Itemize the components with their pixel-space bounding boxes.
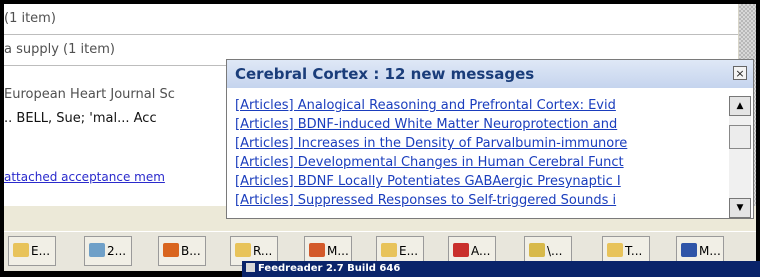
attachment-link[interactable]: attached acceptance mem [4,162,165,192]
taskbar-button[interactable]: 2... [84,236,132,266]
scroll-up-icon[interactable]: ▲ [729,96,751,116]
tooltip-text: Feedreader 2.7 Build 646 [258,263,401,274]
popup-scrollbar[interactable]: ▲ ▼ [729,96,751,218]
mail-icon [381,243,397,257]
network-icon [89,243,105,257]
mail-icon [13,243,29,257]
taskbar-button-label: E... [399,244,419,258]
scroll-down-icon[interactable]: ▼ [729,198,751,218]
popup-title: Cerebral Cortex : 12 new messages [235,65,535,83]
scroll-thumb[interactable] [729,125,751,149]
close-icon[interactable]: × [733,66,747,80]
list-item[interactable]: .. BELL, Sue; 'mal... Acc [4,104,157,134]
taskbar-button-label: B... [181,244,201,258]
popup-titlebar: Cerebral Cortex : 12 new messages × [227,60,753,88]
word-icon [681,243,697,257]
pdf-icon [453,243,469,257]
feed-item-link[interactable]: [Articles] Developmental Changes in Huma… [235,153,727,172]
mail-icon [607,243,623,257]
feedreader-icon [246,263,255,272]
firefox-icon [163,243,179,257]
taskbar-button-label: A... [471,244,491,258]
taskbar-button-label: T... [625,244,643,258]
window: (1 item) a supply (1 item) European Hear… [4,4,756,271]
presentation-icon [309,243,325,257]
taskbar-button-label: E... [31,244,51,258]
feed-item-link[interactable]: [Articles] BDNF Locally Potentiates GABA… [235,172,727,191]
taskbar-button-label: M... [699,244,721,258]
popup-item-list: [Articles] Analogical Reasoning and Pref… [235,96,727,210]
feed-item-link[interactable]: [Articles] Analogical Reasoning and Pref… [235,96,727,115]
taskbar-button-label: \... [547,244,563,258]
taskbar-button[interactable]: B... [158,236,206,266]
taskbar-button-label: R... [253,244,273,258]
feed-item-link[interactable]: [Articles] BDNF-induced White Matter Neu… [235,115,727,134]
feed-item-link[interactable]: [Articles] Increases in the Density of P… [235,134,727,153]
feed-item-link[interactable]: [Articles] Suppressed Responses to Self-… [235,191,727,210]
mail-icon [235,243,251,257]
list-item[interactable]: (1 item) [4,4,738,35]
feed-notification-popup: Cerebral Cortex : 12 new messages × [Art… [226,59,754,219]
taskbar-button-label: M... [327,244,349,258]
taskbar-button-label: 2... [107,244,127,258]
taskbar-button[interactable]: E... [8,236,56,266]
folder-search-icon [529,243,545,257]
